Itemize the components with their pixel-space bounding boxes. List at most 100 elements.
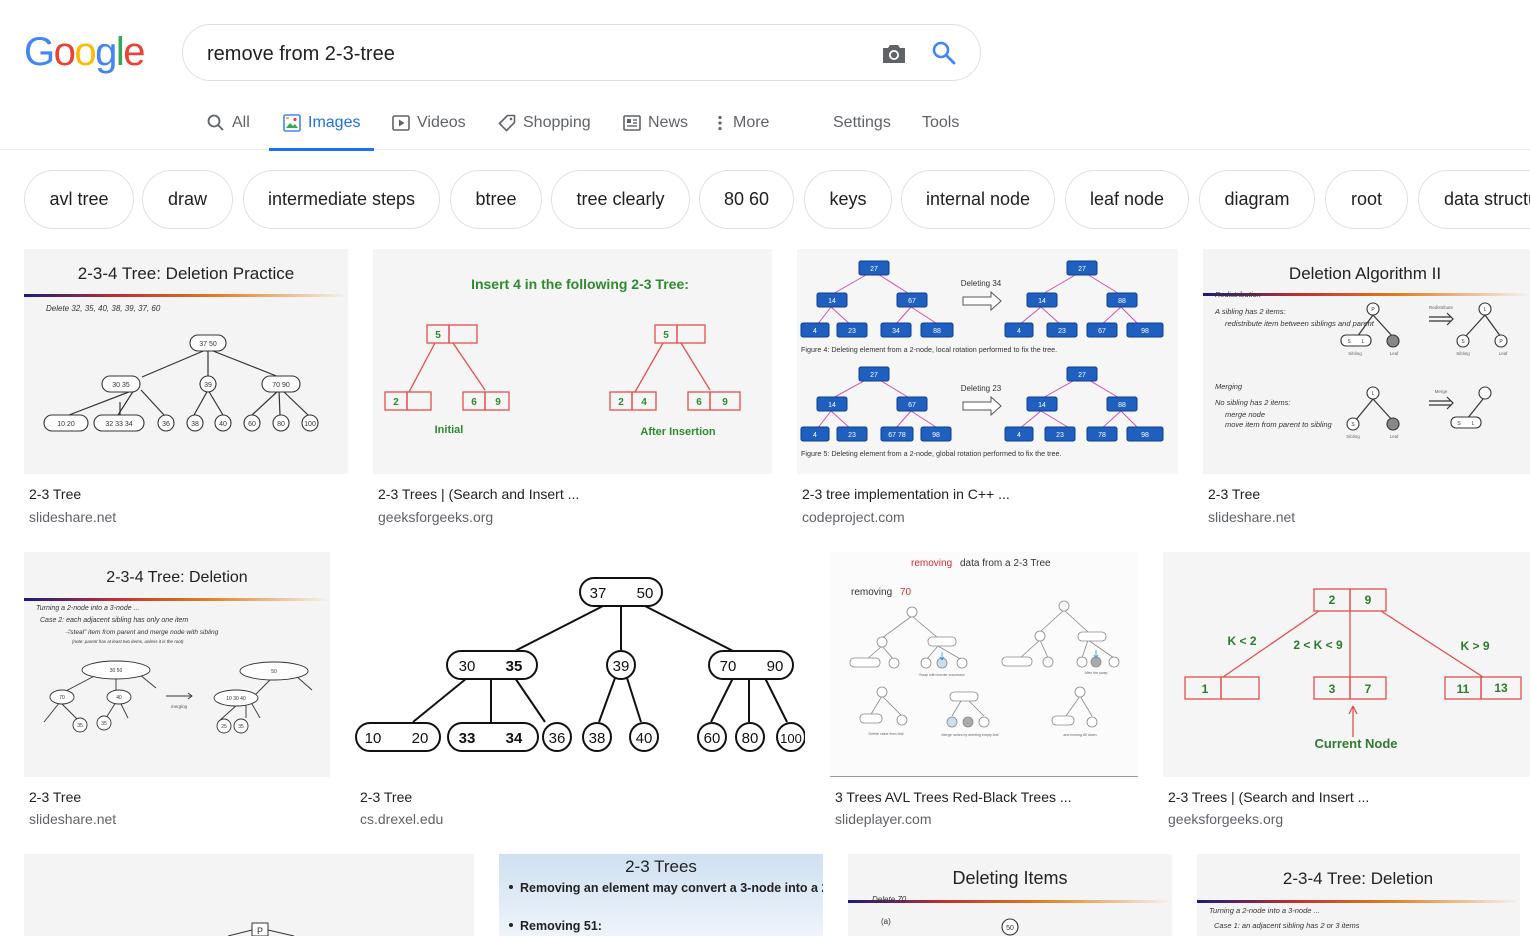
svg-text:Merge: Merge bbox=[1435, 389, 1448, 394]
image-result[interactable]: Deletion Algorithm II Redistribution A s… bbox=[1203, 249, 1530, 529]
svg-text:Figure 5: Deleting element fro: Figure 5: Deleting element from a 2-node… bbox=[801, 449, 1062, 458]
svg-text:2: 2 bbox=[618, 397, 624, 408]
chip[interactable]: data structure bbox=[1418, 170, 1530, 229]
chip[interactable]: keys bbox=[804, 170, 892, 229]
camera-icon[interactable] bbox=[879, 40, 909, 68]
result-source[interactable]: slideplayer.com bbox=[835, 811, 932, 827]
svg-text:Current Node: Current Node bbox=[1314, 736, 1397, 751]
result-source[interactable]: geeksforgeeks.org bbox=[1168, 811, 1283, 827]
tab-settings[interactable]: Settings bbox=[833, 96, 891, 150]
image-result[interactable]: removing data from a 2-3 Tree removing 7… bbox=[830, 552, 1138, 832]
svg-text:2-3-4 Tree: Deletion: 2-3-4 Tree: Deletion bbox=[1283, 869, 1433, 888]
result-title[interactable]: 2-3 Tree bbox=[360, 789, 412, 805]
svg-text:Leaf: Leaf bbox=[1390, 434, 1400, 439]
result-title[interactable]: 2-3 Tree bbox=[29, 789, 81, 805]
svg-text:27: 27 bbox=[1078, 266, 1086, 273]
svg-text:Delete 70: Delete 70 bbox=[872, 895, 907, 904]
result-title[interactable]: 3 Trees AVL Trees Red-Black Trees ... bbox=[835, 789, 1072, 805]
tab-news[interactable]: News bbox=[623, 96, 688, 150]
svg-text:Merge nodes by deleting empty: Merge nodes by deleting empty leaf bbox=[942, 733, 999, 737]
result-title[interactable]: 2-3 tree implementation in C++ ... bbox=[802, 486, 1010, 502]
chip[interactable]: root bbox=[1325, 170, 1408, 229]
result-title[interactable]: 2-3 Trees | (Search and Insert ... bbox=[378, 486, 579, 502]
svg-text:14: 14 bbox=[1038, 402, 1046, 409]
svg-text:11: 11 bbox=[1457, 682, 1470, 696]
svg-text:6: 6 bbox=[696, 397, 702, 408]
chip[interactable]: diagram bbox=[1199, 170, 1315, 229]
svg-text:90: 90 bbox=[767, 658, 784, 675]
chip[interactable]: intermediate steps bbox=[243, 170, 440, 229]
chip[interactable]: tree clearly bbox=[551, 170, 690, 229]
chip[interactable]: avl tree bbox=[24, 170, 134, 229]
svg-text:A sibling has 2 items:: A sibling has 2 items: bbox=[1214, 307, 1286, 316]
svg-text:30: 30 bbox=[459, 658, 476, 675]
tab-label: Videos bbox=[417, 114, 466, 131]
svg-text:39: 39 bbox=[204, 382, 212, 389]
svg-text:14: 14 bbox=[828, 402, 836, 409]
newspaper-icon bbox=[623, 114, 641, 132]
svg-text:4: 4 bbox=[813, 432, 817, 439]
tab-tools[interactable]: Tools bbox=[922, 96, 959, 150]
svg-text:L: L bbox=[1362, 339, 1365, 345]
svg-text:Case 1: an adjacent sibling ha: Case 1: an adjacent sibling has 2 or 3 i… bbox=[1214, 921, 1360, 930]
svg-text:Deleting Items: Deleting Items bbox=[952, 868, 1067, 888]
svg-text:3: 3 bbox=[1329, 682, 1336, 696]
svg-text:78: 78 bbox=[1098, 432, 1106, 439]
svg-text:37: 37 bbox=[590, 585, 607, 602]
svg-text:27: 27 bbox=[1078, 372, 1086, 379]
image-result[interactable]: 2-3 Trees Removing an element may conver… bbox=[499, 854, 823, 936]
svg-text:35: 35 bbox=[238, 724, 244, 730]
svg-text:60: 60 bbox=[248, 421, 256, 428]
svg-text:35: 35 bbox=[506, 658, 523, 675]
chip[interactable]: internal node bbox=[901, 170, 1055, 229]
svg-text:80: 80 bbox=[742, 730, 759, 747]
svg-text:10 30 40: 10 30 40 bbox=[226, 696, 246, 702]
image-result[interactable]: 37 50 30 35 39 70 90 10 20 33 34 36 38 40 60 80… bbox=[355, 552, 805, 832]
image-result[interactable]: 2-3-4 Tree: Deletion Turning a 2-node in… bbox=[1197, 854, 1520, 936]
google-logo[interactable]: Google bbox=[24, 32, 145, 72]
svg-text:After Insertion: After Insertion bbox=[640, 426, 715, 438]
result-title[interactable]: 2-3 Tree bbox=[1208, 486, 1260, 502]
image-result[interactable]: Insert 4 in the following 2-3 Tree: 5 2 6… bbox=[373, 249, 772, 529]
tab-more[interactable]: More bbox=[714, 96, 769, 150]
result-thumbnail: P bbox=[24, 854, 474, 936]
svg-text:38: 38 bbox=[191, 421, 199, 428]
image-result[interactable]: 2-3-4 Tree: Deletion Turning a 2-node in… bbox=[24, 552, 330, 832]
tab-images[interactable]: Images bbox=[268, 96, 376, 151]
chip[interactable]: leaf node bbox=[1065, 170, 1189, 229]
image-result[interactable]: P bbox=[24, 854, 474, 936]
result-title[interactable]: 2-3 Trees | (Search and Insert ... bbox=[1168, 789, 1369, 805]
tab-videos[interactable]: Videos bbox=[392, 96, 466, 150]
chip[interactable]: draw bbox=[142, 170, 233, 229]
result-source[interactable]: cs.drexel.edu bbox=[360, 811, 443, 827]
svg-text:4: 4 bbox=[1017, 328, 1021, 335]
svg-text:32 33 34: 32 33 34 bbox=[105, 421, 132, 428]
chip[interactable]: 80 60 bbox=[699, 170, 794, 229]
result-title[interactable]: 2-3 Tree bbox=[29, 486, 81, 502]
search-tabs: All Images Videos Shopping News More Set… bbox=[0, 96, 1530, 151]
result-source[interactable]: slideshare.net bbox=[29, 811, 116, 827]
image-result[interactable]: 2 9 1 3 7 11 13 K < 2 2 < K < 9 K > 9 Current… bbox=[1163, 552, 1530, 832]
tab-all[interactable]: All bbox=[207, 96, 250, 150]
result-source[interactable]: geeksforgeeks.org bbox=[378, 509, 493, 525]
svg-text:2: 2 bbox=[1329, 593, 1336, 607]
svg-text:88: 88 bbox=[1118, 298, 1126, 305]
search-input[interactable] bbox=[207, 39, 847, 69]
image-result[interactable]: 2-3-4 Tree: Deletion Practice Delete 32,… bbox=[24, 249, 348, 529]
svg-text:39: 39 bbox=[613, 658, 630, 675]
result-thumbnail: 2 9 1 3 7 11 13 K < 2 2 < K < 9 K > 9 Current… bbox=[1163, 552, 1530, 777]
result-thumbnail: 27 14 67 4 23 34 88 27 14 88 4 23 67 98 27 14 67 4 23… bbox=[797, 249, 1178, 474]
result-thumbnail: Insert 4 in the following 2-3 Tree: 5 2 6… bbox=[373, 249, 772, 474]
chip[interactable]: btree bbox=[450, 170, 542, 229]
image-result[interactable]: Deleting Items Delete 70 (a) 50 bbox=[848, 854, 1172, 936]
search-icon[interactable] bbox=[930, 39, 958, 67]
svg-text:Initial: Initial bbox=[435, 424, 464, 436]
result-source[interactable]: slideshare.net bbox=[29, 509, 116, 525]
svg-text:L: L bbox=[1372, 391, 1375, 397]
tab-shopping[interactable]: Shopping bbox=[498, 96, 591, 150]
result-source[interactable]: codeproject.com bbox=[802, 509, 905, 525]
svg-text:27: 27 bbox=[870, 266, 878, 273]
image-result[interactable]: 27 14 67 4 23 34 88 27 14 88 4 23 67 98 27 14 67 4 23… bbox=[797, 249, 1178, 529]
result-source[interactable]: slideshare.net bbox=[1208, 509, 1295, 525]
svg-text:P: P bbox=[257, 926, 263, 936]
